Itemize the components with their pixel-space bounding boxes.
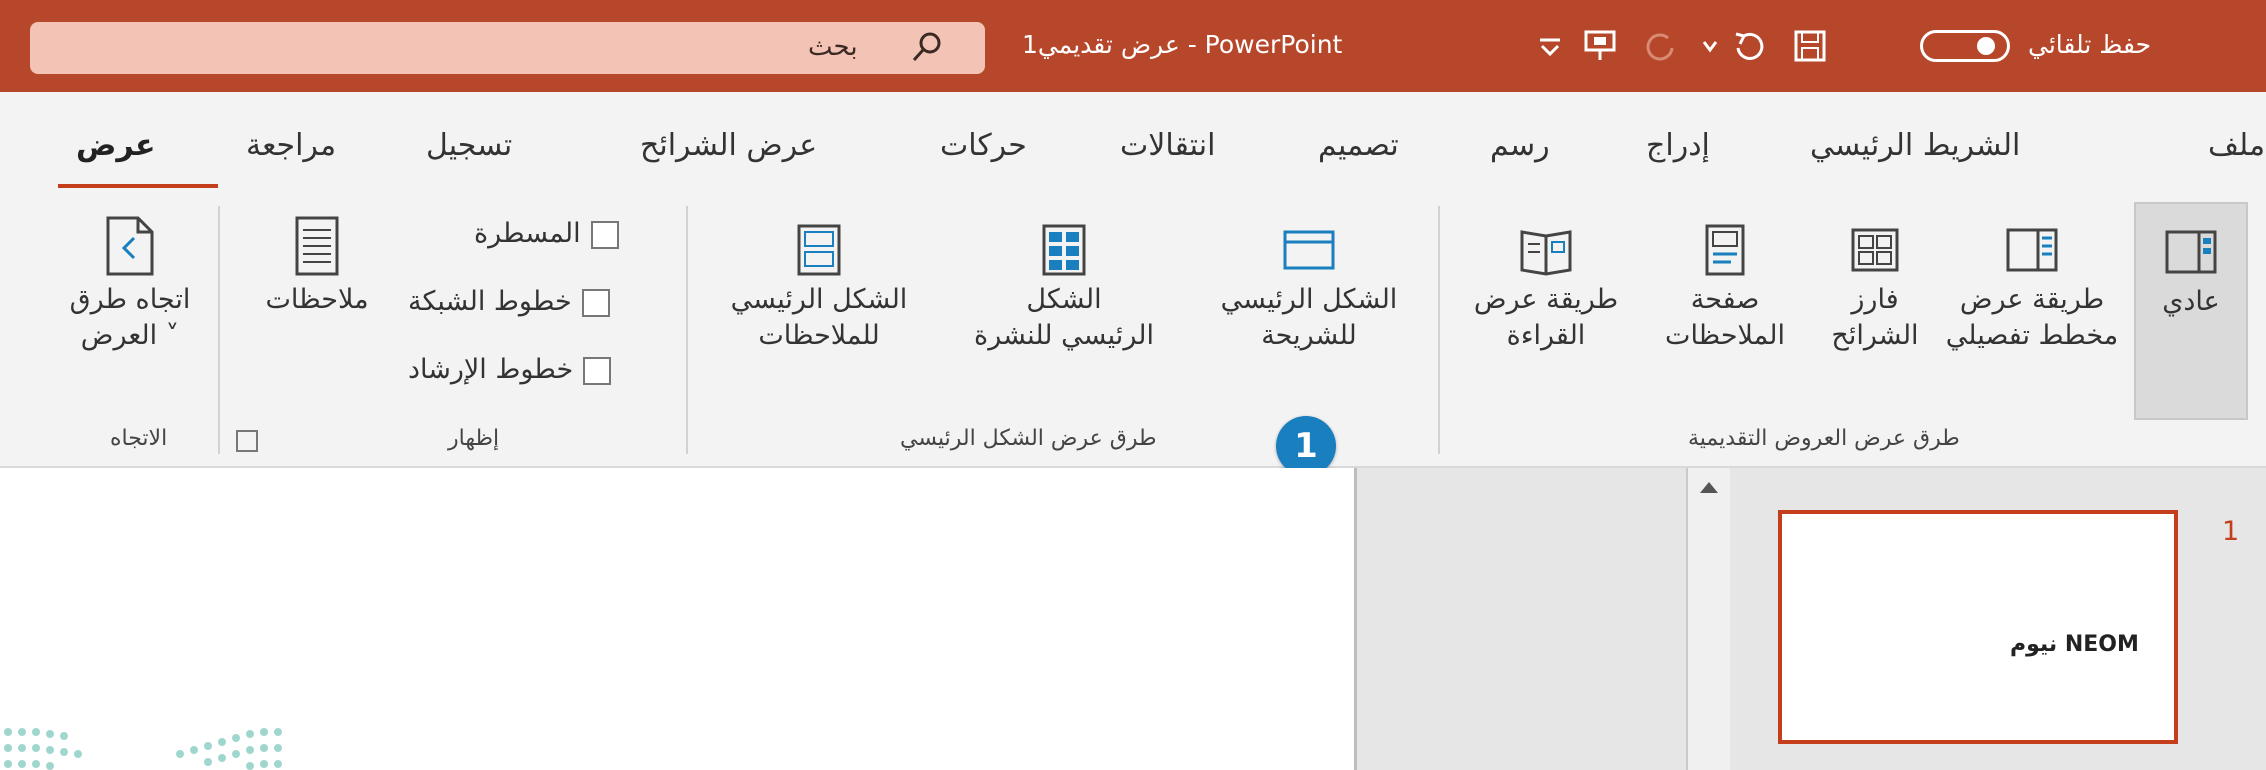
handout-master-button[interactable]: الشكل الرئيسي للنشرة (944, 202, 1184, 416)
show-group-label: إظهار (448, 426, 500, 451)
autosave-toggle[interactable] (1920, 30, 2010, 62)
tab-file[interactable]: ملف (2208, 128, 2265, 163)
tab-record[interactable]: تسجيل (426, 128, 512, 163)
normal-view-icon (2165, 230, 2217, 274)
slide-master-label-2: للشريحة (1261, 320, 1357, 351)
view-direction-button[interactable]: اتجاه طرق العرض ˅ (50, 202, 210, 416)
gridlines-checkbox[interactable]: خطوط الشبكة (408, 286, 610, 317)
workspace-background (1354, 468, 1689, 770)
ruler-checkbox[interactable]: المسطرة (474, 218, 619, 249)
save-icon[interactable] (1790, 26, 1830, 66)
tab-draw[interactable]: رسم (1490, 128, 1550, 163)
tab-transitions[interactable]: انتقالات (1120, 128, 1215, 163)
tab-view[interactable]: عرض (76, 128, 156, 163)
gridlines-label: خطوط الشبكة (408, 286, 572, 317)
slide-master-label-1: الشكل الرئيسي (1220, 284, 1398, 315)
search-box[interactable]: بحث (30, 22, 985, 74)
slide-number: 1 (2222, 516, 2240, 547)
master-views-group-label: طرق عرض الشكل الرئيسي (900, 426, 1157, 451)
autosave-label: حفظ تلقائي (2028, 30, 2152, 59)
tab-home[interactable]: الشريط الرئيسي (1810, 128, 2020, 163)
notes-page-icon (1705, 224, 1745, 276)
normal-view-button[interactable]: عادي (2134, 202, 2248, 420)
reading-view-label-1: طريقة عرض (1473, 284, 1619, 315)
notes-button[interactable]: ملاحظات (254, 202, 380, 416)
redo-icon[interactable] (1640, 26, 1680, 66)
slide-thumbnail-text: نيوم NEOM (2010, 632, 2139, 657)
notes-icon (295, 216, 339, 276)
notes-master-label-1: الشكل الرئيسي (730, 284, 908, 315)
ribbon: عادي طريقة عرض مخطط تفصيلي فارز الشرائح … (0, 188, 2266, 468)
slide-sorter-label-2: الشرائح (1831, 320, 1919, 351)
undo-icon[interactable] (1728, 26, 1768, 66)
slide-master-icon (1283, 230, 1335, 270)
reading-view-label-2: القراءة (1506, 320, 1586, 351)
document-direction-icon (106, 216, 154, 276)
notes-page-button[interactable]: صفحة الملاحظات (1640, 202, 1810, 416)
handout-master-label-1: الشكل (1026, 284, 1102, 315)
outline-view-button[interactable]: طريقة عرض مخطط تفصيلي (1940, 202, 2124, 416)
notes-master-icon (797, 224, 841, 276)
tab-animations[interactable]: حركات (940, 128, 1027, 163)
guides-checkbox-box[interactable] (583, 356, 612, 385)
customize-qat-icon[interactable] (1530, 26, 1570, 66)
notes-label: ملاحظات (265, 284, 369, 315)
reading-view-icon (1520, 230, 1572, 276)
slide-thumbnail[interactable]: نيوم NEOM (1778, 510, 2178, 744)
ruler-checkbox-box[interactable] (590, 220, 619, 249)
callout-badge: 1 (1276, 416, 1336, 476)
notes-master-label-2: للملاحظات (758, 320, 880, 351)
thumbnail-scrollbar[interactable] (1686, 468, 1734, 770)
group-separator (1438, 206, 1440, 454)
notes-page-label-1: صفحة (1690, 284, 1760, 315)
slide-sorter-button[interactable]: فارز الشرائح (1820, 202, 1930, 416)
tab-review[interactable]: مراجعة (246, 128, 336, 163)
view-direction-label-2: العرض ˅ (80, 320, 180, 351)
group-separator (218, 206, 220, 454)
ribbon-tabs: ملف الشريط الرئيسي إدراج رسم تصميم انتقا… (0, 92, 2266, 188)
outline-view-icon (2006, 228, 2058, 272)
ruler-label: المسطرة (474, 218, 581, 249)
decorative-dots-logo (4, 728, 282, 770)
direction-group-label: الاتجاه (110, 426, 168, 451)
outline-view-label-1: طريقة عرض (1959, 284, 2105, 315)
notes-master-button[interactable]: الشكل الرئيسي للملاحظات (704, 202, 934, 416)
handout-master-icon (1042, 224, 1086, 276)
view-direction-label-1: اتجاه طرق (69, 284, 191, 315)
guides-checkbox[interactable]: خطوط الإرشاد (408, 354, 612, 385)
outline-view-label-2: مخطط تفصيلي (1945, 320, 2119, 351)
handout-master-label-2: الرئيسي للنشرة (974, 320, 1154, 351)
present-from-beginning-icon[interactable] (1580, 26, 1620, 66)
title-bar: بحث عرض تقديمي1 - PowerPoint حفظ تلقائي (0, 0, 2266, 92)
slide-sorter-label-1: فارز (1851, 284, 1899, 315)
show-dialog-launcher-icon[interactable] (236, 430, 258, 452)
search-placeholder: بحث (808, 32, 858, 62)
slide-sorter-icon (1851, 228, 1899, 272)
presentation-views-group-label: طرق عرض العروض التقديمية (1688, 426, 1960, 451)
tab-design[interactable]: تصميم (1318, 128, 1399, 163)
group-separator (686, 206, 688, 454)
dropdown-arrow-icon[interactable] (1690, 26, 1730, 66)
guides-label: خطوط الإرشاد (408, 354, 574, 385)
reading-view-button[interactable]: طريقة عرض القراءة (1462, 202, 1630, 416)
gridlines-checkbox-box[interactable] (581, 288, 610, 317)
tab-insert[interactable]: إدراج (1646, 128, 1710, 163)
tab-slide-show[interactable]: عرض الشرائح (640, 128, 817, 163)
search-icon (912, 32, 941, 62)
document-title: عرض تقديمي1 - PowerPoint (1022, 30, 1343, 59)
slide-master-button[interactable]: الشكل الرئيسي للشريحة (1194, 202, 1424, 416)
normal-view-label: عادي (2162, 286, 2220, 317)
notes-page-label-2: الملاحظات (1665, 320, 1785, 351)
scroll-up-arrow-icon[interactable] (1700, 482, 1718, 493)
